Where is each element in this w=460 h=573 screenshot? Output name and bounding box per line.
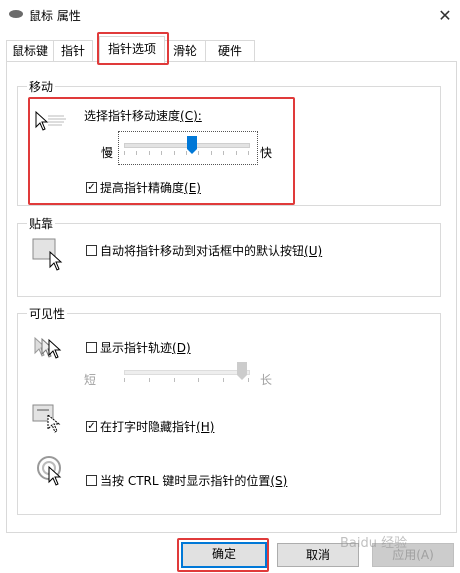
pointer-speed-icon: [35, 110, 66, 131]
ctrl-location-label: 当按 CTRL 键时显示指针的位置(S): [100, 474, 288, 488]
speed-slider-thumb[interactable]: [186, 135, 198, 155]
pointer-location-icon: [37, 456, 62, 486]
speed-label: 选择指针移动速度(C):: [84, 109, 202, 123]
watermark: Baidu 经验: [340, 536, 408, 551]
tab-hardware[interactable]: 硬件: [205, 40, 255, 61]
tab-wheel[interactable]: 滑轮: [164, 40, 206, 61]
precision-checkbox[interactable]: ✓: [86, 182, 97, 193]
short-label: 短: [84, 373, 97, 387]
trails-slider-thumb: [237, 362, 247, 380]
check-icon: ✓: [87, 182, 96, 193]
trails-slider-tick: [124, 378, 125, 382]
hide-typing-checkbox[interactable]: ✓: [86, 421, 97, 432]
window-title: 鼠标 属性: [29, 9, 81, 23]
trails-slider-tick: [198, 378, 199, 382]
ctrl-location-checkbox[interactable]: [86, 475, 97, 486]
speed-slider-tick: [211, 151, 212, 155]
speed-slider-tick: [198, 151, 199, 155]
long-label: 长: [260, 373, 273, 387]
precision-label: 提高指针精确度(E): [100, 181, 201, 195]
snap-group-title: 贴靠: [27, 215, 56, 232]
check-icon: ✓: [87, 421, 96, 432]
ok-button[interactable]: 确定: [181, 542, 267, 568]
close-icon[interactable]: ✕: [432, 2, 458, 28]
tab-pointers[interactable]: 指针: [53, 40, 93, 61]
speed-slider-tick: [149, 151, 150, 155]
trails-slider-tick: [174, 378, 175, 382]
speed-slider-tick: [223, 151, 224, 155]
speed-slider-tick: [236, 151, 237, 155]
trails-slider-track: [124, 370, 250, 375]
speed-slider-tick: [124, 151, 125, 155]
hide-typing-label: 在打字时隐藏指针(H): [100, 420, 215, 434]
trails-label: 显示指针轨迹(D): [100, 341, 191, 355]
speed-slider-tick: [248, 151, 249, 155]
speed-slider-tick: [174, 151, 175, 155]
mouse-icon: [9, 10, 23, 18]
trails-slider-tick: [149, 378, 150, 382]
snap-checkbox[interactable]: [86, 245, 97, 256]
snap-to-icon: [32, 238, 63, 271]
snap-label: 自动将指针移动到对话框中的默认按钮(U): [100, 244, 323, 258]
hide-pointer-icon: [32, 404, 61, 433]
tab-pointer-options[interactable]: 指针选项: [99, 36, 165, 63]
motion-group-title: 移动: [27, 78, 56, 95]
speed-slider-tick: [161, 151, 162, 155]
fast-label: 快: [260, 146, 273, 160]
trails-slider-tick: [248, 378, 249, 382]
snap-group: [17, 223, 441, 297]
trails-slider-tick: [223, 378, 224, 382]
speed-slider-tick: [136, 151, 137, 155]
slow-label: 慢: [101, 146, 114, 160]
trails-checkbox[interactable]: [86, 342, 97, 353]
pointer-trails-icon: [34, 336, 62, 359]
tab-buttons[interactable]: 鼠标键: [6, 40, 54, 61]
visibility-group-title: 可见性: [27, 305, 68, 322]
